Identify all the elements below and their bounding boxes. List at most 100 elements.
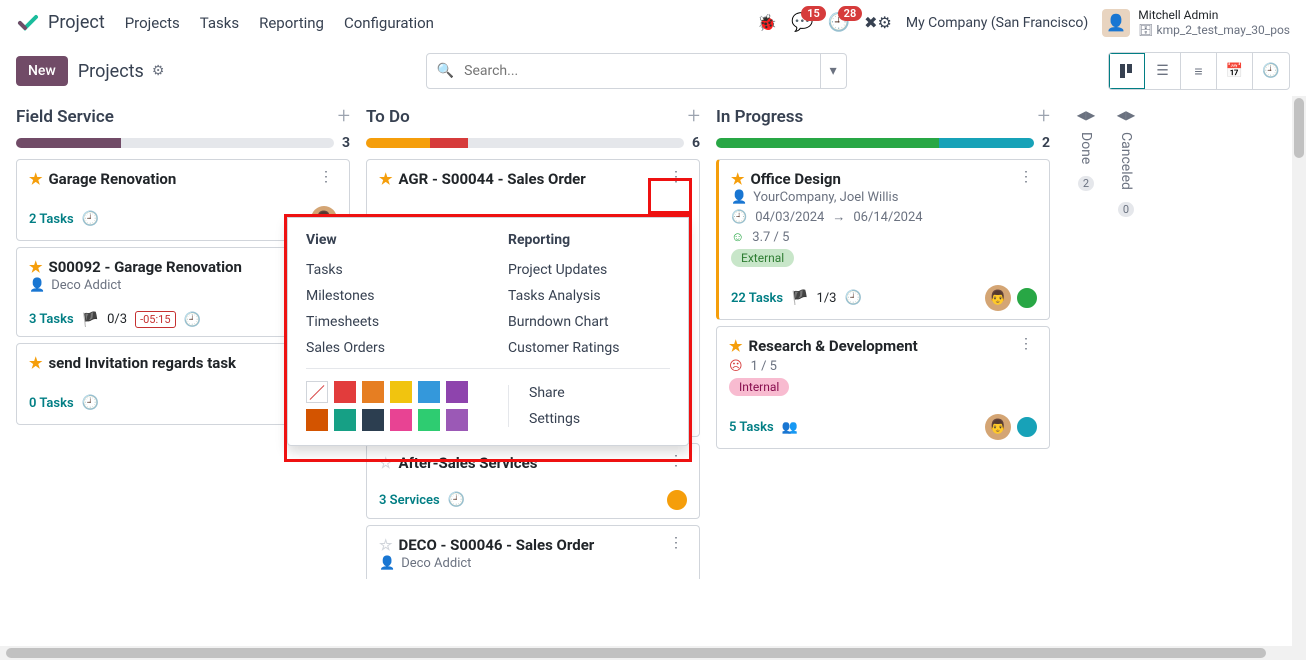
column-count: 0 xyxy=(1118,202,1134,217)
color-swatch[interactable] xyxy=(362,409,384,431)
app-name[interactable]: Project xyxy=(48,12,105,33)
card-kebab[interactable]: ⋮ xyxy=(665,536,687,550)
flag-icon[interactable]: 🏴 xyxy=(82,312,99,328)
search-wrap: 🔍 ▾ xyxy=(426,53,847,89)
vertical-scrollbar[interactable] xyxy=(1292,96,1306,646)
color-swatch[interactable] xyxy=(334,381,356,403)
dd-sales-orders[interactable]: Sales Orders xyxy=(306,340,468,356)
new-button[interactable]: New xyxy=(16,56,68,86)
activities-button[interactable]: 🕘 28 xyxy=(828,12,850,33)
dd-customer-ratings[interactable]: Customer Ratings xyxy=(508,340,670,356)
card-office-design[interactable]: ★Office Design ⋮ 👤YourCompany, Joel Will… xyxy=(716,159,1050,320)
dd-settings[interactable]: Settings xyxy=(529,411,580,427)
column-progress[interactable] xyxy=(16,138,334,148)
card-kebab[interactable]: ⋮ xyxy=(665,454,687,468)
tasks-link[interactable]: 2 Tasks xyxy=(29,212,74,227)
horizontal-scrollbar[interactable] xyxy=(0,646,1306,660)
gear-icon[interactable]: ⚙ xyxy=(152,63,165,79)
user-menu[interactable]: 👤 Mitchell Admin 🗄 kmp_2_test_may_30_pos xyxy=(1102,8,1290,37)
color-swatch[interactable] xyxy=(446,409,468,431)
star-icon[interactable]: ★ xyxy=(379,170,392,188)
view-calendar-button[interactable]: 📅 xyxy=(1217,53,1253,89)
column-canceled-folded[interactable]: ◀▶ Canceled 0 xyxy=(1106,104,1146,646)
color-swatch[interactable] xyxy=(418,381,440,403)
view-list-button[interactable]: ☰ xyxy=(1145,53,1181,89)
company-switcher[interactable]: My Company (San Francisco) xyxy=(906,15,1088,31)
expand-icon: ◀▶ xyxy=(1117,108,1135,122)
app-logo-icon[interactable] xyxy=(16,11,40,35)
star-icon[interactable]: ★ xyxy=(29,170,42,188)
column-progress[interactable] xyxy=(366,138,684,148)
tag-internal: Internal xyxy=(729,378,789,396)
nav-reporting[interactable]: Reporting xyxy=(259,14,324,32)
star-icon[interactable]: ★ xyxy=(731,170,744,188)
color-swatch[interactable] xyxy=(446,381,468,403)
clock-icon[interactable]: 🕘 xyxy=(845,290,862,306)
clock-icon[interactable]: 🕘 xyxy=(184,312,201,328)
messages-button[interactable]: 💬 15 xyxy=(791,12,813,33)
groups-icon[interactable]: 👥 xyxy=(782,420,798,435)
star-icon[interactable]: ★ xyxy=(729,337,742,355)
avatar-icon[interactable]: 👨 xyxy=(985,285,1011,311)
dd-tasks-analysis[interactable]: Tasks Analysis xyxy=(508,288,670,304)
tasks-link[interactable]: 5 Tasks xyxy=(729,420,774,435)
tools-icon[interactable]: ✖⚙ xyxy=(864,13,892,32)
column-done-folded[interactable]: ◀▶ Done 2 xyxy=(1066,104,1106,646)
search-options-button[interactable]: ▾ xyxy=(821,53,847,89)
dd-share[interactable]: Share xyxy=(529,385,580,401)
column-add-button[interactable]: + xyxy=(688,104,700,129)
clock-icon: 🕘 xyxy=(731,210,747,225)
view-kanban-button[interactable] xyxy=(1109,53,1145,89)
card-after-sales[interactable]: ☆After-Sales Services ⋮ 3 Services 🕘 xyxy=(366,443,700,519)
color-swatch[interactable] xyxy=(390,381,412,403)
dd-burndown[interactable]: Burndown Chart xyxy=(508,314,670,330)
nav-configuration[interactable]: Configuration xyxy=(344,14,434,32)
avatar-icon[interactable]: 👨 xyxy=(985,414,1011,440)
color-swatch[interactable] xyxy=(334,409,356,431)
tasks-link[interactable]: 0 Tasks xyxy=(29,396,74,411)
card-kebab[interactable]: ⋮ xyxy=(315,170,337,184)
card-deco-s00046[interactable]: ☆DECO - S00046 - Sales Order ⋮ 👤Deco Add… xyxy=(366,525,700,579)
column-add-button[interactable]: + xyxy=(1038,104,1050,129)
breadcrumb-title[interactable]: Projects xyxy=(78,61,144,82)
column-in-progress: In Progress + 2 ★Office Design ⋮ 👤YourCo… xyxy=(716,104,1066,646)
nav-tasks[interactable]: Tasks xyxy=(200,14,239,32)
status-circle[interactable] xyxy=(1017,288,1037,308)
clock-icon[interactable]: 🕘 xyxy=(82,211,99,227)
view-activity-button[interactable]: 🕘 xyxy=(1253,53,1289,89)
clock-icon[interactable]: 🕘 xyxy=(448,492,465,508)
clock-icon[interactable]: 🕘 xyxy=(82,395,99,411)
status-circle[interactable] xyxy=(1017,417,1037,437)
color-swatch[interactable] xyxy=(390,409,412,431)
search-box[interactable]: 🔍 xyxy=(426,53,821,89)
column-add-button[interactable]: + xyxy=(338,104,350,129)
flag-icon[interactable]: 🏴 xyxy=(791,290,808,306)
star-icon[interactable]: ☆ xyxy=(379,536,392,554)
search-input[interactable] xyxy=(464,63,810,79)
card-research-dev[interactable]: ★Research & Development ⋮ ☹ 1 / 5 Intern… xyxy=(716,326,1050,449)
color-swatch[interactable] xyxy=(418,409,440,431)
color-swatch[interactable] xyxy=(362,381,384,403)
services-link[interactable]: 3 Services xyxy=(379,493,440,508)
top-nav: Project Projects Tasks Reporting Configu… xyxy=(0,0,1306,46)
dd-timesheets[interactable]: Timesheets xyxy=(306,314,468,330)
tasks-link[interactable]: 22 Tasks xyxy=(731,291,783,306)
dd-tasks[interactable]: Tasks xyxy=(306,262,468,278)
dd-milestones[interactable]: Milestones xyxy=(306,288,468,304)
card-kebab[interactable]: ⋮ xyxy=(1015,170,1037,184)
star-icon[interactable]: ★ xyxy=(29,258,42,276)
column-progress[interactable] xyxy=(716,138,1034,148)
star-icon[interactable]: ☆ xyxy=(379,454,392,472)
status-circle[interactable] xyxy=(667,490,687,510)
milestone-count: 1/3 xyxy=(817,291,837,306)
color-none[interactable] xyxy=(306,381,328,403)
star-icon[interactable]: ★ xyxy=(29,354,42,372)
card-kebab[interactable]: ⋮ xyxy=(1015,337,1037,351)
dd-project-updates[interactable]: Project Updates xyxy=(508,262,670,278)
color-swatch[interactable] xyxy=(306,409,328,431)
view-form-button[interactable]: ≡ xyxy=(1181,53,1217,89)
nav-projects[interactable]: Projects xyxy=(125,14,180,32)
bug-icon[interactable]: 🐞 xyxy=(757,13,777,32)
tasks-link[interactable]: 3 Tasks xyxy=(29,312,74,327)
card-kebab[interactable]: ⋮ xyxy=(665,170,687,184)
